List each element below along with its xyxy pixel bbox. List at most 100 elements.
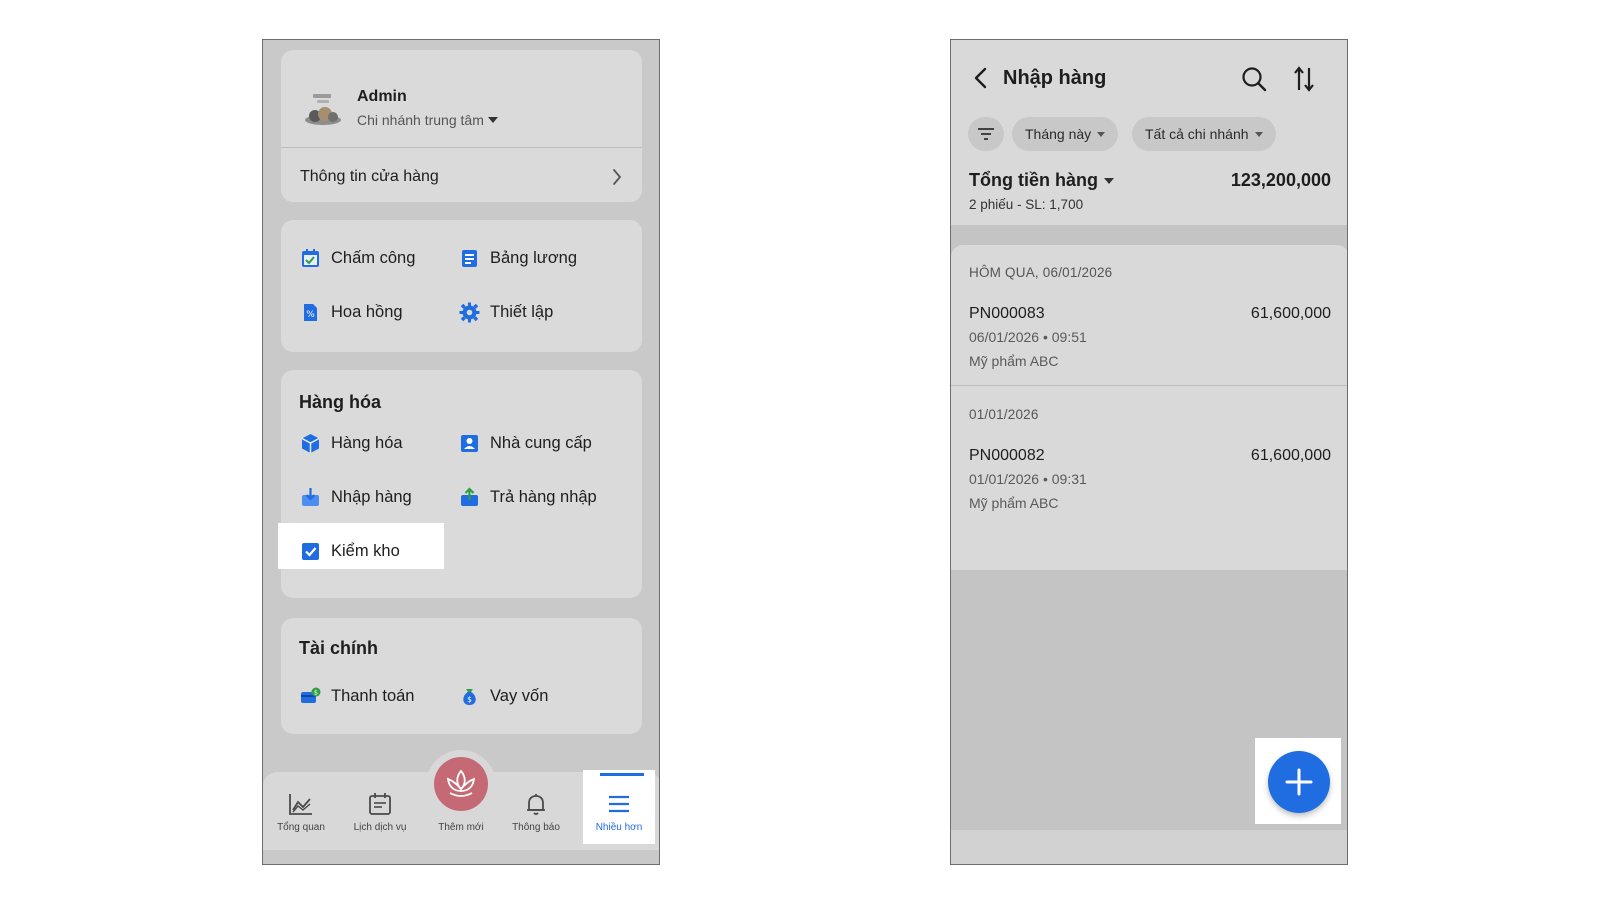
total-label: Tổng tiền hàng [969,170,1098,190]
filter-button[interactable] [968,117,1004,151]
add-import-button[interactable] [1268,751,1330,813]
total-value: 123,200,000 [1230,170,1331,190]
menu-item-bang-luong[interactable]: Bảng lương [459,248,577,269]
active-indicator [600,773,644,776]
menu-screen: Admin Chi nhánh trung tâm Thông tin cửa … [262,39,660,865]
divider [281,147,642,148]
menu-label: Chấm công [331,249,416,267]
menu-item-vay-von[interactable]: $ Vay vốn [459,686,548,707]
plus-icon [1285,768,1313,796]
return-import-icon [461,487,478,506]
profile-card: Admin Chi nhánh trung tâm Thông tin cửa … [281,50,642,202]
gear-icon [459,302,480,323]
import-icon [302,488,319,506]
doc-time: 06/01/2026 • 09:51 [969,329,1087,345]
menu-item-thanh-toan[interactable]: $ Thanh toán [300,686,414,707]
menu-label: Nhà cung cấp [490,434,592,452]
menu-item-nha-cung-cap[interactable]: Nhà cung cấp [459,433,592,454]
section-title-hang-hoa: Hàng hóa [299,392,382,412]
nav-tong-quan[interactable]: Tổng quan [263,792,339,833]
nav-label: Thông báo [512,822,560,833]
page-title: Nhập hàng [1003,67,1107,89]
doc-amount: 61,600,000 [1250,305,1331,322]
menu-item-tra-hang-nhap[interactable]: Trả hàng nhập [459,487,597,508]
period-filter-chip[interactable]: Tháng này [1012,117,1119,151]
header: Nhập hàng Tháng này Tất cả chi nhánh Tổn… [951,40,1347,225]
menu-item-kiem-kho[interactable]: Kiểm kho [300,541,400,562]
supplier-icon [461,435,478,452]
doc-code: PN000082 [969,447,1045,464]
caret-down-icon [1097,131,1106,137]
hr-card: Chấm công Bảng lương % Hoa hồng Thiết lậ… [281,220,642,352]
sort-icon[interactable] [1293,66,1315,92]
svg-text:%: % [306,310,315,320]
store-info-link[interactable]: Thông tin cửa hàng [300,168,439,186]
menu-item-thiet-lap[interactable]: Thiết lập [459,302,553,323]
menu-label: Kiểm kho [331,542,400,560]
doc-time: 01/01/2026 • 09:31 [969,471,1087,487]
nav-nhieu-hon[interactable]: Nhiều hơn [581,792,657,833]
menu-label: Vay vốn [490,687,549,705]
caret-down-icon [1103,177,1114,184]
menu-item-cham-cong[interactable]: Chấm công [300,248,415,269]
menu-label: Hàng hóa [331,434,403,452]
branch-selector[interactable]: Chi nhánh trung tâm [357,112,498,128]
doc-code: PN000083 [969,305,1045,322]
calendar-check-icon [302,249,319,267]
nav-label: Lịch dịch vụ [353,822,407,833]
doc-supplier: Mỹ phẩm ABC [969,353,1059,369]
finance-card: Tài chính $ Thanh toán $ Vay vốn [281,618,642,734]
payment-icon: $ [301,687,321,703]
import-list-screen: Nhập hàng Tháng này Tất cả chi nhánh Tổn… [950,39,1348,865]
chip-label: Tháng này [1025,126,1092,142]
menu-item-hang-hoa[interactable]: Hàng hóa [300,433,403,454]
chevron-right-icon [613,169,622,185]
section-title-tai-chinh: Tài chính [299,638,379,658]
calendar-icon [369,793,391,815]
stock-check-icon [302,543,319,560]
menu-label: Thanh toán [331,687,415,705]
menu-item-nhap-hang[interactable]: Nhập hàng [300,487,412,508]
svg-text:$: $ [467,695,472,704]
search-icon[interactable] [1241,66,1267,92]
menu-label: Nhập hàng [331,488,412,506]
menu-label: Trả hàng nhập [490,488,597,506]
nav-thong-bao[interactable]: Thông báo [498,792,574,833]
total-selector[interactable]: Tổng tiền hàng [969,170,1114,191]
chip-label: Tất cả chi nhánh [1145,126,1249,142]
back-arrow-icon[interactable] [971,66,991,90]
menu-label: Bảng lương [490,249,578,267]
doc-supplier: Mỹ phẩm ABC [969,495,1059,511]
add-new-button[interactable] [434,757,488,811]
branch-label: Chi nhánh trung tâm [357,112,484,128]
avatar[interactable] [301,86,345,130]
caret-down-icon [487,117,498,123]
doc-amount: 61,600,000 [1250,447,1331,464]
filter-icon [978,128,994,140]
lotus-icon [446,769,476,797]
menu-icon [609,795,629,813]
profile-name: Admin [357,88,407,105]
total-sub: 2 phiếu - SL: 1,700 [969,197,1084,212]
bell-icon [527,794,545,815]
payroll-sheet-icon [462,250,477,267]
menu-item-hoa-hong[interactable]: % Hoa hồng [300,302,403,323]
import-list: HÔM QUA, 06/01/2026 PN000083 61,600,000 … [951,245,1347,570]
bottom-nav: Tổng quan Lịch dịch vụ Thêm mới Thông bá… [263,750,659,864]
nav-lich-dich-vu[interactable]: Lịch dịch vụ [342,792,418,833]
commission-icon: % [304,304,317,321]
branch-filter-chip[interactable]: Tất cả chi nhánh [1132,117,1276,151]
group-date: HÔM QUA, 06/01/2026 [969,265,1113,280]
svg-text:$: $ [314,689,318,697]
nav-label: Nhiều hơn [595,822,643,833]
chart-icon [289,794,312,815]
menu-label: Hoa hồng [331,303,403,321]
menu-label: Thiết lập [490,303,554,321]
loan-icon: $ [463,689,476,705]
group-date: 01/01/2026 [969,407,1039,422]
nav-label: Tổng quan [277,822,325,833]
caret-down-icon [1254,131,1263,137]
nav-label: Thêm mới [438,822,484,833]
divider [951,385,1347,386]
box-icon [301,434,320,453]
